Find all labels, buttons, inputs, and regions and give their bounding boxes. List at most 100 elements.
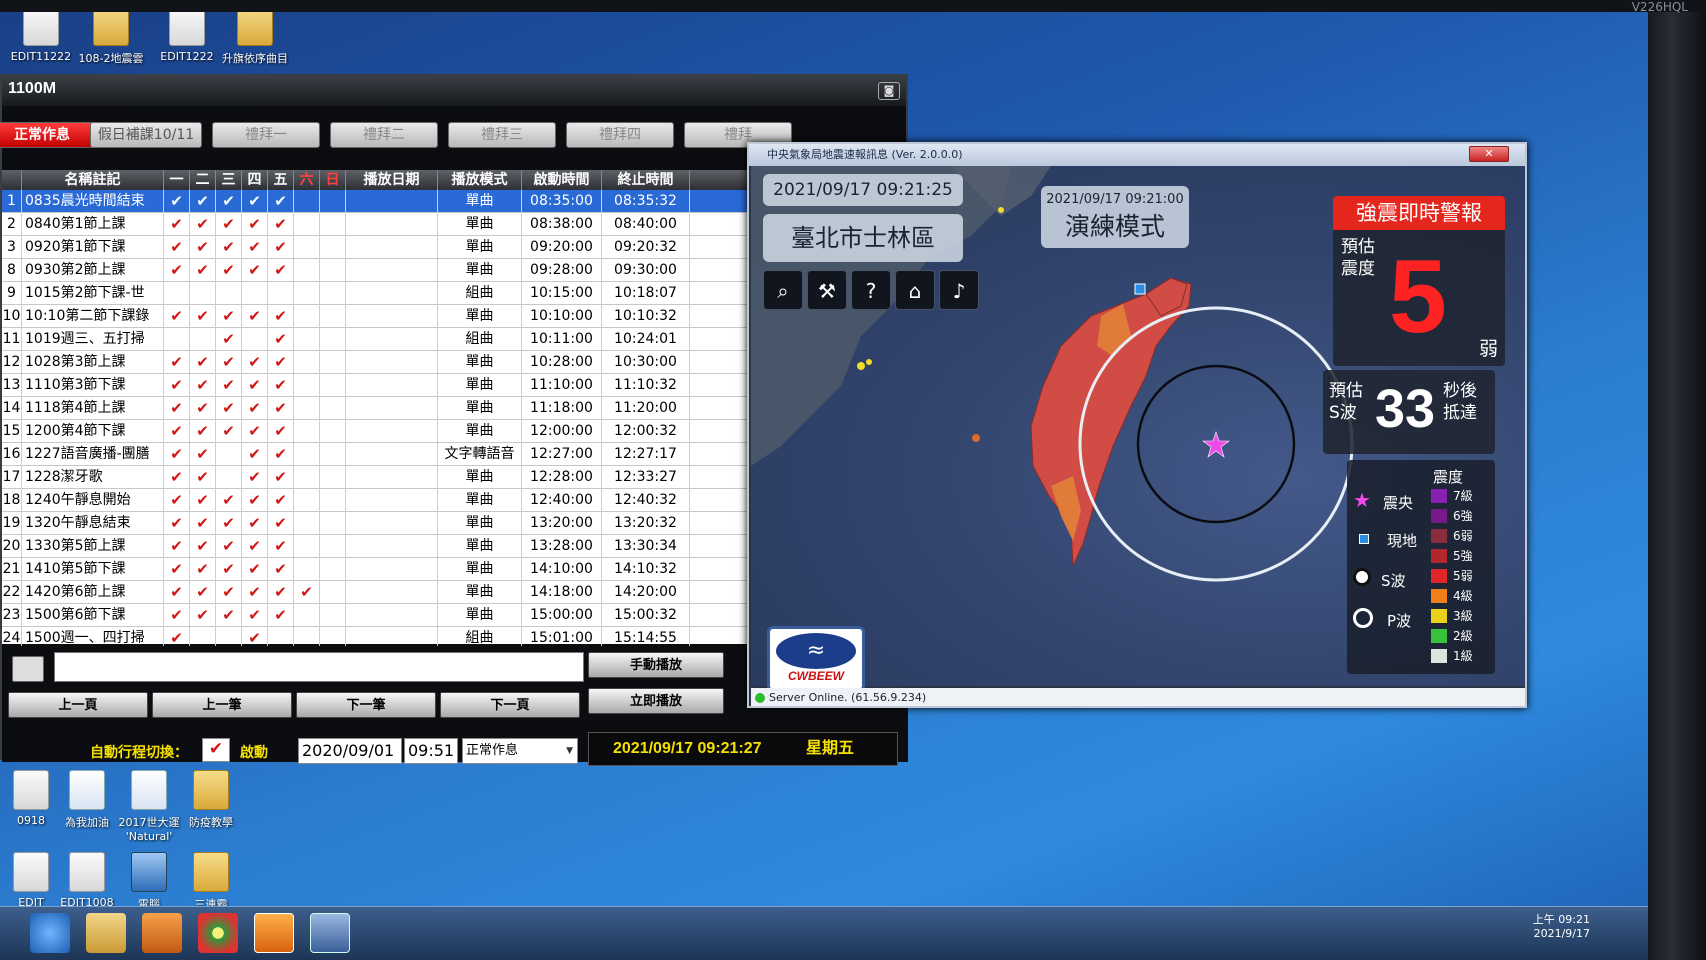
column-header[interactable]: 播放模式	[438, 170, 522, 190]
empty-check-cell[interactable]	[164, 282, 190, 305]
desktop-icon[interactable]: 108-2地震雲	[70, 6, 152, 66]
tab-5[interactable]: 禮拜四	[566, 122, 674, 148]
help-icon[interactable]: ?	[851, 270, 891, 310]
search-icon[interactable]: ⌕	[763, 270, 803, 310]
column-header[interactable]: 終止時間	[602, 170, 690, 190]
empty-check-cell[interactable]	[294, 604, 320, 627]
column-header[interactable]: 播放日期	[346, 170, 438, 190]
prev-page-button[interactable]: 上一頁	[8, 692, 148, 718]
empty-check-cell[interactable]	[320, 535, 346, 558]
desktop-icon[interactable]: 升旗依序曲目	[214, 6, 296, 66]
table-row[interactable]: 1 0835晨光時間結束 ✔ ✔ ✔ ✔ ✔ 單曲 08:35:00 08:35:32	[2, 190, 750, 213]
table-row[interactable]: 19 1320午靜息結束 ✔ ✔ ✔ ✔ ✔ 單曲 13:20:00 13:20:32	[2, 512, 750, 535]
empty-check-cell[interactable]	[320, 443, 346, 466]
check-icon[interactable]: ✔	[190, 236, 216, 259]
check-icon[interactable]: ✔	[164, 535, 190, 558]
table-row[interactable]: 17 1228潔牙歌 ✔ ✔ ✔ ✔ 單曲 12:28:00 12:33:27	[2, 466, 750, 489]
check-icon[interactable]: ✔	[164, 604, 190, 627]
check-icon[interactable]: ✔	[164, 558, 190, 581]
check-icon[interactable]: ✔	[164, 581, 190, 604]
check-icon[interactable]: ✔	[216, 374, 242, 397]
tab-3[interactable]: 禮拜二	[330, 122, 438, 148]
check-icon[interactable]: ✔	[268, 259, 294, 282]
empty-check-cell[interactable]	[320, 190, 346, 213]
manual-play-button[interactable]: 手動播放	[588, 652, 724, 678]
table-row[interactable]: 2 0840第1節上課 ✔ ✔ ✔ ✔ ✔ 單曲 08:38:00 08:40:00	[2, 213, 750, 236]
check-icon[interactable]: ✔	[242, 489, 268, 512]
check-icon[interactable]: ✔	[164, 420, 190, 443]
column-header[interactable]	[2, 170, 22, 190]
check-icon[interactable]: ✔	[268, 213, 294, 236]
empty-check-cell[interactable]	[320, 489, 346, 512]
empty-check-cell[interactable]	[294, 305, 320, 328]
table-row[interactable]: 22 1420第6節上課 ✔ ✔ ✔ ✔ ✔ ✔ 單曲 14:18:00 14:20:00	[2, 581, 750, 604]
empty-check-cell[interactable]	[320, 213, 346, 236]
check-icon[interactable]: ✔	[268, 190, 294, 213]
column-header[interactable]: 六	[294, 170, 320, 190]
check-icon[interactable]: ✔	[216, 535, 242, 558]
check-icon[interactable]: ✔	[242, 535, 268, 558]
check-icon[interactable]: ✔	[268, 604, 294, 627]
empty-check-cell[interactable]	[320, 236, 346, 259]
empty-check-cell[interactable]	[320, 259, 346, 282]
empty-check-cell[interactable]	[294, 489, 320, 512]
table-row[interactable]: 13 1110第3節下課 ✔ ✔ ✔ ✔ ✔ 單曲 11:10:00 11:10:32	[2, 374, 750, 397]
empty-check-cell[interactable]	[294, 420, 320, 443]
check-icon[interactable]: ✔	[268, 397, 294, 420]
check-icon[interactable]: ✔	[268, 305, 294, 328]
check-icon[interactable]: ✔	[268, 351, 294, 374]
check-icon[interactable]: ✔	[190, 351, 216, 374]
empty-check-cell[interactable]	[242, 328, 268, 351]
check-icon[interactable]: ✔	[242, 259, 268, 282]
column-header[interactable]: 四	[242, 170, 268, 190]
empty-check-cell[interactable]	[216, 443, 242, 466]
next-item-button[interactable]: 下一筆	[296, 692, 436, 718]
table-row[interactable]: 15 1200第4節下課 ✔ ✔ ✔ ✔ ✔ 單曲 12:00:00 12:00:32	[2, 420, 750, 443]
desktop-icon[interactable]: 防疫教學	[170, 770, 252, 830]
check-icon[interactable]: ✔	[164, 489, 190, 512]
check-icon[interactable]: ✔	[216, 397, 242, 420]
check-icon[interactable]: ✔	[164, 351, 190, 374]
check-icon[interactable]: ✔	[242, 236, 268, 259]
check-icon[interactable]: ✔	[164, 512, 190, 535]
table-row[interactable]: 23 1500第6節下課 ✔ ✔ ✔ ✔ ✔ 單曲 15:00:00 15:00:32	[2, 604, 750, 627]
scheduler-app-icon[interactable]	[254, 913, 294, 953]
next-page-button[interactable]: 下一頁	[440, 692, 580, 718]
table-row[interactable]: 12 1028第3節上課 ✔ ✔ ✔ ✔ ✔ 單曲 10:28:00 10:30:00	[2, 351, 750, 374]
column-header[interactable]: 三	[216, 170, 242, 190]
empty-check-cell[interactable]	[320, 604, 346, 627]
check-icon[interactable]: ✔	[216, 351, 242, 374]
empty-check-cell[interactable]	[294, 351, 320, 374]
empty-check-cell[interactable]	[190, 282, 216, 305]
check-icon[interactable]: ✔	[268, 512, 294, 535]
check-icon[interactable]: ✔	[164, 236, 190, 259]
column-header[interactable]: 名稱註記	[22, 170, 164, 190]
system-clock[interactable]: 上午 09:21 2021/9/17	[1533, 913, 1590, 941]
tab-2[interactable]: 禮拜一	[212, 122, 320, 148]
check-icon[interactable]: ✔	[164, 443, 190, 466]
empty-check-cell[interactable]	[320, 374, 346, 397]
empty-check-cell[interactable]	[320, 397, 346, 420]
empty-check-cell[interactable]	[320, 420, 346, 443]
empty-check-cell[interactable]	[164, 328, 190, 351]
check-icon[interactable]: ✔	[190, 374, 216, 397]
check-icon[interactable]: ✔	[268, 420, 294, 443]
empty-check-cell[interactable]	[294, 259, 320, 282]
table-row[interactable]: 16 1227語音廣播-團膳 ✔ ✔ ✔ ✔ 文字轉語音 12:27:00 12:27:17	[2, 443, 750, 466]
check-icon[interactable]: ✔	[216, 581, 242, 604]
check-icon[interactable]: ✔	[216, 420, 242, 443]
check-icon[interactable]: ✔	[216, 259, 242, 282]
column-header[interactable]: 一	[164, 170, 190, 190]
empty-check-cell[interactable]	[320, 512, 346, 535]
check-icon[interactable]: ✔	[190, 420, 216, 443]
empty-check-cell[interactable]	[294, 443, 320, 466]
table-row[interactable]: 21 1410第5節下課 ✔ ✔ ✔ ✔ ✔ 單曲 14:10:00 14:10:32	[2, 558, 750, 581]
check-icon[interactable]: ✔	[242, 213, 268, 236]
empty-check-cell[interactable]	[294, 190, 320, 213]
wrench-icon[interactable]: ⚒	[807, 270, 847, 310]
check-icon[interactable]: ✔	[242, 466, 268, 489]
schedule-select[interactable]: 正常作息 ▼	[462, 738, 578, 764]
check-icon[interactable]: ✔	[216, 305, 242, 328]
column-header[interactable]: 日	[320, 170, 346, 190]
check-icon[interactable]: ✔	[242, 558, 268, 581]
